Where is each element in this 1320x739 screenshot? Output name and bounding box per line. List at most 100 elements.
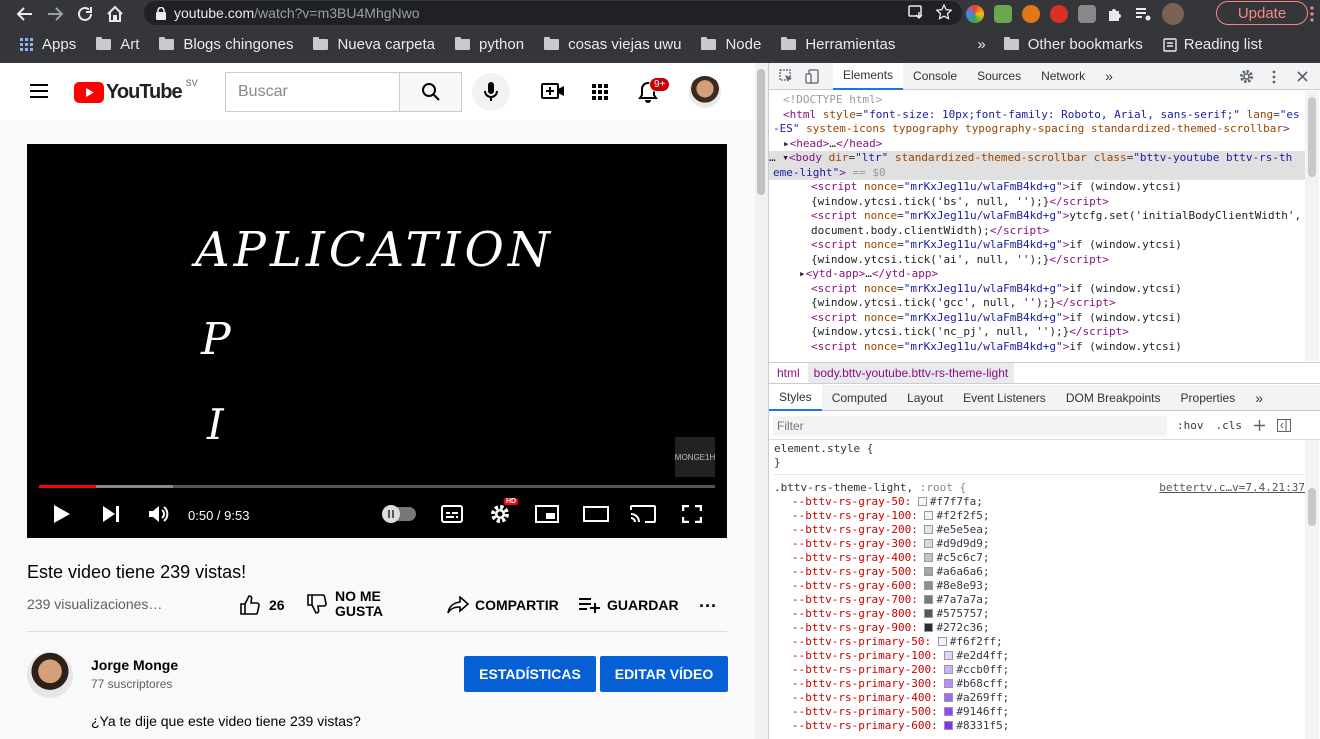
breadcrumb-body[interactable]: body.bttv-youtube.bttv-rs-theme-light: [807, 363, 1015, 383]
css-variable-row[interactable]: --bttv-rs-gray-50: #f7f7fa;: [774, 495, 1305, 509]
gear-icon[interactable]: [1239, 69, 1254, 84]
bookmark-folder-python[interactable]: python: [455, 36, 524, 53]
bookmark-folder-herramientas[interactable]: Herramientas: [781, 36, 895, 53]
bookmark-folder-node[interactable]: Node: [701, 36, 761, 53]
dom-line-selected[interactable]: eme-light"> == $0: [769, 165, 1305, 180]
channel-watermark[interactable]: MONGE1H: [675, 437, 715, 477]
css-variable-row[interactable]: --bttv-rs-primary-200: #ccb0ff;: [774, 663, 1305, 677]
dom-line[interactable]: <script nonce="mrKxJeg11u/wlaFmB4kd+g">i…: [769, 311, 1305, 326]
theater-mode-icon[interactable]: [583, 506, 609, 522]
share-button[interactable]: COMPARTIR: [447, 596, 559, 614]
autoplay-toggle[interactable]: [382, 505, 416, 523]
dom-line[interactable]: <html style="font-size: 10px;font-family…: [769, 108, 1305, 123]
create-video-icon[interactable]: [541, 82, 565, 100]
css-variable-row[interactable]: --bttv-rs-gray-700: #7a7a7a;: [774, 593, 1305, 607]
volume-icon[interactable]: [148, 504, 170, 524]
color-swatch[interactable]: [944, 665, 954, 674]
css-variable-row[interactable]: --bttv-rs-gray-500: #a6a6a6;: [774, 565, 1305, 579]
css-variable-row[interactable]: --bttv-rs-primary-100: #e2d4ff;: [774, 649, 1305, 663]
fox-extension-icon[interactable]: [1022, 5, 1040, 23]
kebab-menu-icon[interactable]: [1310, 6, 1314, 22]
page-scrollbar[interactable]: [755, 63, 768, 739]
edit-video-button[interactable]: EDITAR VÍDEO: [600, 656, 728, 692]
dom-line[interactable]: <script nonce="mrKxJeg11u/wlaFmB4kd+g">i…: [769, 340, 1305, 355]
css-variable-row[interactable]: --bttv-rs-primary-600: #8331f5;: [774, 719, 1305, 733]
class-toggle[interactable]: .cls: [1216, 419, 1243, 432]
dom-line[interactable]: <script nonce="mrKxJeg11u/wlaFmB4kd+g">i…: [769, 282, 1305, 297]
video-player[interactable]: APLICATION P I MONGE1H 0:50 / 9:53 HD: [27, 144, 727, 538]
color-swatch[interactable]: [917, 497, 927, 506]
media-queue-icon[interactable]: [1134, 5, 1152, 23]
extension-green-icon[interactable]: [994, 5, 1012, 23]
dom-line[interactable]: <!DOCTYPE html>: [769, 93, 1305, 108]
dom-line[interactable]: ▸<ytd-app>…</ytd-app>: [769, 267, 1305, 282]
color-swatch[interactable]: [944, 679, 954, 688]
styles-scrollbar[interactable]: [1305, 440, 1319, 739]
next-icon[interactable]: [102, 505, 120, 523]
css-variable-row[interactable]: --bttv-rs-primary-50: #f6f2ff;: [774, 635, 1305, 649]
view-count[interactable]: 239 visualizaciones…: [27, 596, 162, 612]
subtitles-icon[interactable]: [441, 505, 463, 523]
subtab-layout[interactable]: Layout: [897, 385, 953, 411]
dom-line[interactable]: {window.ytcsi.tick('ai', null, '');}</sc…: [769, 253, 1305, 268]
youtube-logo[interactable]: YouTube SV: [74, 78, 198, 104]
bookmark-folder-other[interactable]: Other bookmarks: [1003, 36, 1143, 53]
css-rule-header[interactable]: .bttv-rs-theme-light, :root { bettertv.c…: [774, 481, 1305, 495]
color-swatch[interactable]: [924, 595, 934, 604]
forward-button[interactable]: [44, 3, 66, 25]
dom-line[interactable]: ▸<head>…</head>: [769, 137, 1305, 152]
css-variable-row[interactable]: --bttv-rs-gray-400: #c5c6c7;: [774, 551, 1305, 565]
devtools-tab-elements[interactable]: Elements: [833, 62, 904, 90]
color-swatch[interactable]: [924, 539, 934, 548]
hover-state-toggle[interactable]: :hov: [1177, 419, 1204, 432]
element-style-open[interactable]: element.style {: [774, 442, 1305, 456]
notifications-button[interactable]: 9+: [638, 77, 671, 105]
inspect-element-icon[interactable]: [779, 69, 793, 83]
close-icon[interactable]: [1297, 71, 1308, 82]
color-swatch[interactable]: [924, 553, 934, 562]
more-actions-button[interactable]: ···: [699, 596, 717, 617]
subtabs-overflow[interactable]: »: [1245, 385, 1273, 411]
star-icon[interactable]: [936, 4, 952, 20]
dom-line[interactable]: <script nonce="mrKxJeg11u/wlaFmB4kd+g">i…: [769, 238, 1305, 253]
settings-button[interactable]: HD: [489, 498, 519, 527]
color-swatch[interactable]: [924, 623, 934, 632]
breadcrumb-html[interactable]: html: [769, 366, 808, 380]
play-icon[interactable]: [53, 504, 71, 524]
bookmark-apps[interactable]: Apps: [20, 36, 76, 53]
add-rule-icon[interactable]: [1254, 420, 1265, 431]
progress-bar[interactable]: [39, 485, 715, 488]
css-rule-source-link[interactable]: bettertv.c…v=7.4.21:37: [1159, 481, 1305, 495]
bookmarks-overflow-button[interactable]: »: [977, 36, 985, 53]
color-swatch[interactable]: [924, 567, 934, 576]
hamburger-menu-icon[interactable]: [30, 84, 48, 98]
dom-tree[interactable]: <!DOCTYPE html> <html style="font-size: …: [769, 91, 1305, 361]
bookmark-folder-art[interactable]: Art: [96, 36, 139, 53]
scrollbar-thumb[interactable]: [1308, 488, 1316, 526]
color-swatch[interactable]: [937, 637, 947, 646]
color-swatch[interactable]: [944, 651, 954, 660]
subtab-dom-breakpoints[interactable]: DOM Breakpoints: [1056, 385, 1171, 411]
css-variable-row[interactable]: --bttv-rs-gray-300: #d9d9d9;: [774, 537, 1305, 551]
devtools-tab-sources[interactable]: Sources: [967, 63, 1031, 90]
like-button[interactable]: 26: [240, 595, 285, 615]
devtools-tabs-overflow[interactable]: »: [1095, 63, 1123, 90]
install-app-icon[interactable]: [908, 4, 924, 20]
css-variable-row[interactable]: --bttv-rs-gray-800: #575757;: [774, 607, 1305, 621]
dom-line[interactable]: {window.ytcsi.tick('gcc', null, '');}</s…: [769, 296, 1305, 311]
puzzle-icon[interactable]: [1106, 5, 1124, 23]
search-button[interactable]: [399, 72, 462, 112]
channel-name[interactable]: Jorge Monge: [91, 657, 178, 673]
bookmark-folder-blogs[interactable]: Blogs chingones: [159, 36, 293, 53]
css-variable-row[interactable]: --bttv-rs-gray-900: #272c36;: [774, 621, 1305, 635]
dom-tree-scrollbar[interactable]: [1305, 91, 1319, 361]
address-bar[interactable]: youtube.com/watch?v=m3BU4MhgNwo: [144, 1, 962, 25]
dom-line-selected[interactable]: … ▾<body dir="ltr" standardized-themed-s…: [769, 151, 1305, 166]
color-extension-icon[interactable]: [966, 5, 984, 23]
reload-button[interactable]: [74, 3, 96, 25]
color-swatch[interactable]: [944, 707, 954, 716]
subtab-styles[interactable]: Styles: [769, 384, 822, 411]
css-variable-row[interactable]: --bttv-rs-gray-200: #e5e5ea;: [774, 523, 1305, 537]
search-input[interactable]: Buscar: [225, 72, 400, 112]
channel-avatar[interactable]: [27, 652, 73, 698]
